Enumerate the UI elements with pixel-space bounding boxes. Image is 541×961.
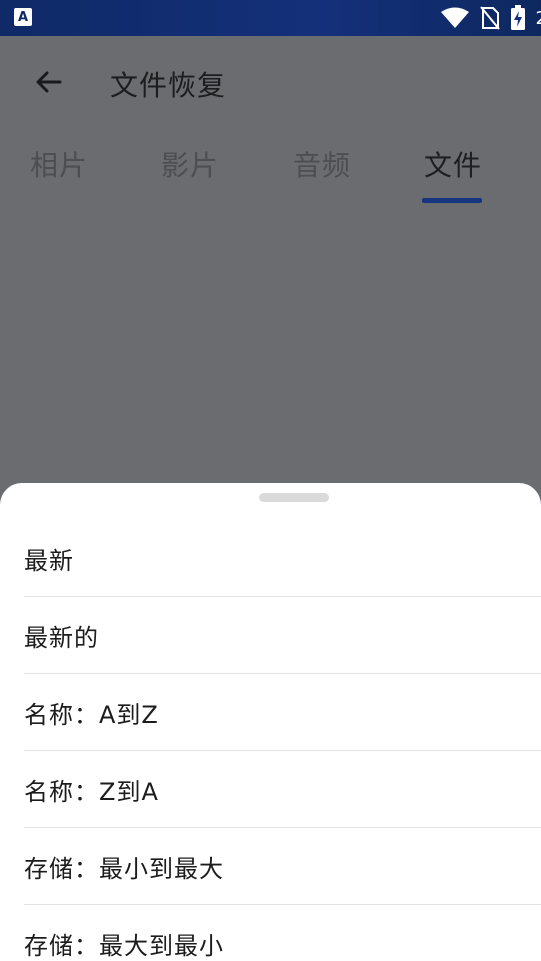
- sort-options-list: 最新 最新的 名称：A到Z 名称：Z到A 存储：最小到最大 存储：最大到最小: [0, 520, 541, 961]
- sort-option-size-desc[interactable]: 存储：最大到最小: [24, 905, 541, 961]
- sheet-drag-handle[interactable]: [259, 493, 329, 502]
- sort-option-latest[interactable]: 最新的: [24, 597, 541, 674]
- wifi-icon: [440, 7, 469, 28]
- status-clock: 2: [536, 8, 541, 29]
- tab-indicator: [422, 198, 482, 203]
- sort-option-newest[interactable]: 最新: [24, 520, 541, 597]
- tab-bar: 相片 影片 音频 文件: [0, 130, 541, 210]
- no-sim-icon: [479, 6, 500, 30]
- tab-photos[interactable]: 相片: [30, 144, 88, 184]
- status-bar: A 2: [0, 0, 541, 36]
- sort-option-size-asc[interactable]: 存储：最小到最大: [24, 828, 541, 905]
- back-arrow-icon[interactable]: [32, 66, 64, 98]
- screen: A 2 文件恢复 相片 影片 音频 文件: [0, 0, 541, 961]
- app-bar: 文件恢复: [0, 36, 541, 128]
- sort-option-name-a-z[interactable]: 名称：A到Z: [24, 674, 541, 751]
- app-notification-icon: A: [14, 8, 32, 26]
- tab-videos[interactable]: 影片: [161, 144, 219, 184]
- tab-audio[interactable]: 音频: [293, 144, 351, 184]
- page-title: 文件恢复: [110, 69, 227, 102]
- status-icons: 2: [440, 0, 541, 36]
- battery-charging-icon: [510, 5, 525, 30]
- sort-option-name-z-a[interactable]: 名称：Z到A: [24, 751, 541, 828]
- sort-bottom-sheet: 最新 最新的 名称：A到Z 名称：Z到A 存储：最小到最大 存储：最大到最小: [0, 483, 541, 961]
- tab-files[interactable]: 文件: [424, 144, 482, 184]
